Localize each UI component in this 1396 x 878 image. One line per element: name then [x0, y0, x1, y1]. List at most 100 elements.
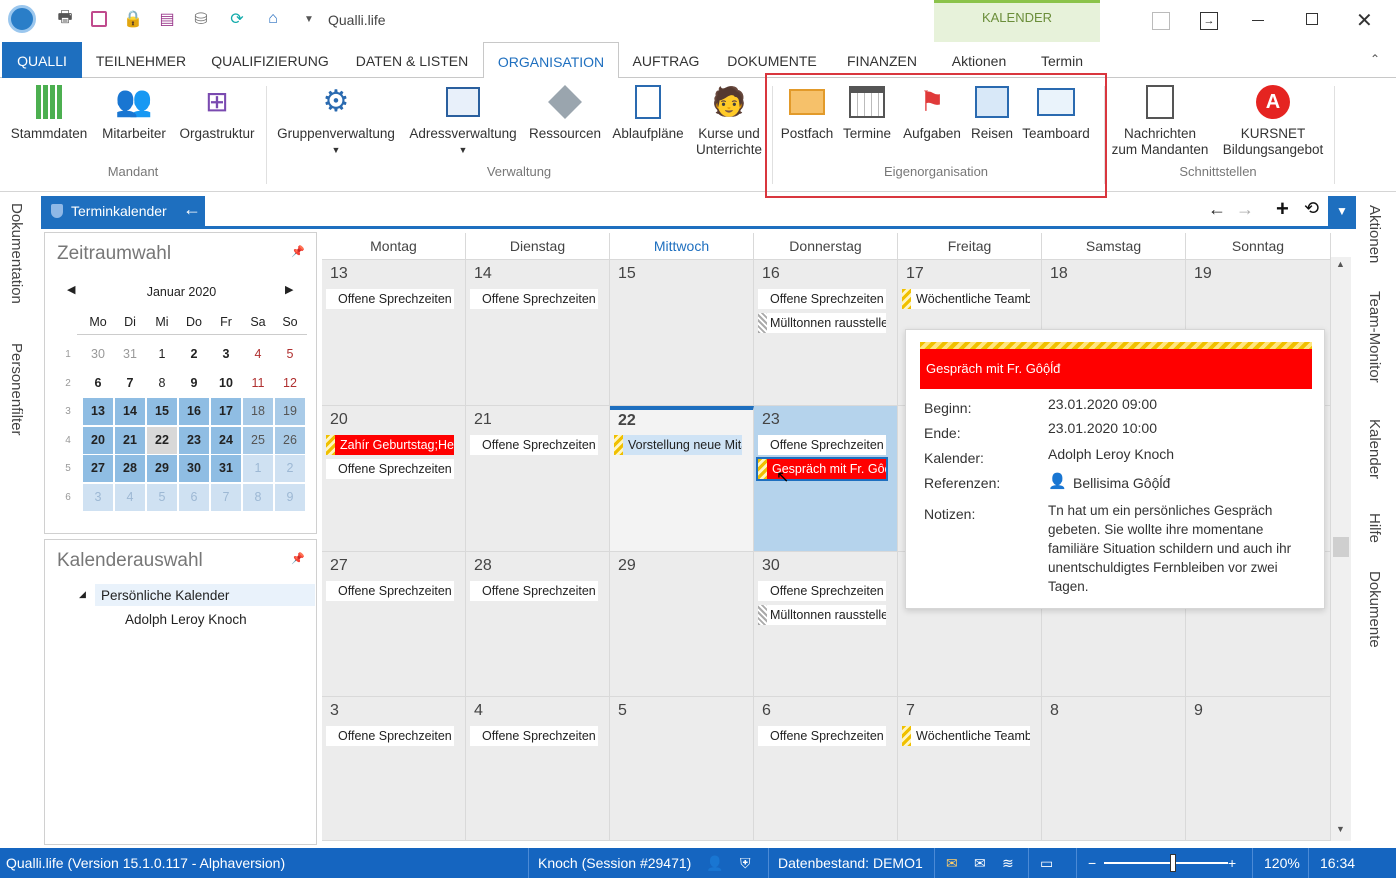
- calendar-event[interactable]: Vorstellung neue Mitarbeiter: [614, 435, 742, 455]
- refresh-icon[interactable]: ⟳: [226, 8, 248, 30]
- mini-day[interactable]: 3: [83, 483, 113, 511]
- calendar-event[interactable]: Offene Sprechzeiten: [326, 726, 454, 746]
- stammdaten-button[interactable]: Stammdaten: [6, 78, 92, 162]
- vertical-scrollbar[interactable]: ▲ ▼: [1331, 257, 1351, 841]
- document-tab[interactable]: Terminkalender ←: [41, 196, 205, 226]
- mitarbeiter-button[interactable]: 👥 Mitarbeiter: [94, 78, 174, 162]
- calendar-event[interactable]: Offene Sprechzeiten: [758, 726, 886, 746]
- lock-icon[interactable]: 🔒: [122, 8, 144, 30]
- mini-day[interactable]: 21: [115, 426, 145, 454]
- mini-day[interactable]: 10: [211, 370, 241, 397]
- calendar-event[interactable]: Offene Sprechzeiten: [326, 459, 454, 479]
- kursnet-button[interactable]: A KURSNET Bildungsangebot: [1216, 78, 1330, 162]
- tab-qualifizierung[interactable]: QUALIFIZIERUNG: [200, 42, 340, 78]
- day-cell[interactable]: 9: [1186, 697, 1331, 841]
- postfach-button[interactable]: Postfach: [778, 78, 836, 162]
- next-month-icon[interactable]: ▶: [285, 283, 293, 296]
- day-cell[interactable]: 7 Wöchentliche Teambesprechung: [898, 697, 1042, 841]
- mail-icon[interactable]: ✉: [974, 848, 986, 878]
- reload-icon[interactable]: ⟲: [1304, 198, 1319, 219]
- minimize-icon[interactable]: [1252, 20, 1264, 21]
- calendar-event[interactable]: Offene Sprechzeiten: [326, 581, 454, 601]
- mini-day[interactable]: 4: [243, 341, 273, 368]
- export-icon[interactable]: ▤: [156, 8, 178, 30]
- mini-day[interactable]: 30: [83, 341, 113, 368]
- mini-day[interactable]: 1: [147, 341, 177, 368]
- day-cell[interactable]: 21 Offene Sprechzeiten: [466, 406, 610, 552]
- zoom-slider-track[interactable]: [1104, 862, 1228, 864]
- tab-teilnehmer[interactable]: TEILNEHMER: [86, 42, 196, 78]
- nachrichten-button[interactable]: Nachrichten zum Mandanten: [1106, 78, 1214, 162]
- mini-day[interactable]: 15: [147, 398, 177, 425]
- day-cell[interactable]: 29: [610, 552, 754, 697]
- teamboard-button[interactable]: Teamboard: [1018, 78, 1094, 162]
- zoom-in-icon[interactable]: +: [1228, 848, 1236, 878]
- day-cell[interactable]: 27 Offene Sprechzeiten: [322, 552, 466, 697]
- mini-day[interactable]: 19: [275, 398, 305, 425]
- day-cell[interactable]: 22 Vorstellung neue Mitarbeiter: [610, 406, 754, 552]
- sidebar-tab-hilfe[interactable]: Hilfe: [1366, 513, 1383, 543]
- day-cell[interactable]: 16 Offene Sprechzeiten Mülltonnen rausstel…: [754, 260, 898, 406]
- tree-collapse-icon[interactable]: ◢: [79, 589, 86, 600]
- mail-notify-icon[interactable]: ✉: [946, 848, 958, 878]
- layout-icon[interactable]: ▭: [1040, 848, 1053, 878]
- day-cell[interactable]: 20 Zahír Geburtstag;Heute Offene Sprechzei…: [322, 406, 466, 552]
- nav-back-icon[interactable]: ←: [1208, 199, 1226, 220]
- calendar-event[interactable]: Offene Sprechzeiten: [758, 435, 886, 455]
- calendar-event[interactable]: Wöchentliche Teambesprechung: [902, 289, 1030, 309]
- tree-item-label[interactable]: Adolph Leroy Knoch: [125, 612, 247, 627]
- mini-day[interactable]: 1: [243, 455, 273, 482]
- mini-day[interactable]: 5: [275, 341, 305, 368]
- customize-dropdown-icon[interactable]: ▼: [298, 8, 320, 30]
- reisen-button[interactable]: Reisen: [966, 78, 1018, 162]
- mini-day[interactable]: 9: [179, 370, 209, 397]
- sidebar-tab-personenfilter[interactable]: Personenfilter: [8, 343, 25, 436]
- calendar-event[interactable]: Offene Sprechzeiten: [758, 289, 886, 309]
- shield-status-icon[interactable]: ⛨: [740, 848, 751, 878]
- orgastruktur-button[interactable]: ⊞ Orgastruktur: [174, 78, 260, 162]
- day-cell[interactable]: 4 Offene Sprechzeiten: [466, 697, 610, 841]
- pin-icon[interactable]: 📌: [291, 552, 305, 565]
- sidebar-tab-kalender[interactable]: Kalender: [1366, 419, 1383, 479]
- day-cell[interactable]: 14 Offene Sprechzeiten: [466, 260, 610, 406]
- gruppenverwaltung-button[interactable]: ⚙ Gruppenverwaltung ▼: [272, 78, 400, 162]
- mini-day[interactable]: 29: [147, 455, 177, 482]
- print-icon[interactable]: 🖶: [54, 8, 76, 30]
- mini-day[interactable]: 24: [211, 426, 241, 454]
- nav-forward-icon[interactable]: →: [1236, 199, 1254, 220]
- mini-day[interactable]: 2: [179, 341, 209, 368]
- day-cell[interactable]: 6 Offene Sprechzeiten: [754, 697, 898, 841]
- mini-day[interactable]: 13: [83, 398, 113, 425]
- mini-day[interactable]: 6: [83, 370, 113, 397]
- close-icon[interactable]: ✕: [1356, 8, 1373, 33]
- mini-day[interactable]: 11: [243, 370, 273, 397]
- mini-day[interactable]: 17: [211, 398, 241, 425]
- sidebar-tab-team-monitor[interactable]: Team-Monitor: [1366, 291, 1383, 383]
- mini-day[interactable]: 31: [211, 455, 241, 482]
- mini-day[interactable]: 18: [243, 398, 273, 425]
- mini-day[interactable]: 2: [275, 455, 305, 482]
- kurse-button[interactable]: 🧑 Kurse und Unterrichte: [692, 78, 766, 162]
- mini-day[interactable]: 6: [179, 483, 209, 511]
- day-cell[interactable]: 5: [610, 697, 754, 841]
- scroll-thumb[interactable]: [1333, 537, 1349, 557]
- collapse-ribbon-icon[interactable]: ⌃: [1370, 52, 1380, 66]
- tab-auftrag[interactable]: AUFTRAG: [624, 42, 708, 78]
- zoom-out-icon[interactable]: −: [1088, 848, 1096, 878]
- mini-day[interactable]: 20: [83, 426, 113, 454]
- tab-organisation[interactable]: ORGANISATION: [483, 42, 619, 79]
- database-icon[interactable]: ⛁: [190, 8, 212, 30]
- mini-day[interactable]: 27: [83, 455, 113, 482]
- aufgaben-button[interactable]: ⚑ Aufgaben: [898, 78, 966, 162]
- ablaufplaene-button[interactable]: Ablaufpläne: [606, 78, 690, 162]
- mini-day[interactable]: 28: [115, 455, 145, 482]
- day-cell[interactable]: 30 Offene Sprechzeiten Mülltonnen rausstel…: [754, 552, 898, 697]
- mini-day[interactable]: 22: [147, 426, 177, 454]
- view-menu-icon[interactable]: ▼: [1328, 196, 1356, 226]
- tab-qualli[interactable]: QUALLI: [2, 42, 82, 78]
- adressverwaltung-button[interactable]: Adressverwaltung ▼: [404, 78, 522, 162]
- zoom-slider-thumb[interactable]: [1170, 854, 1176, 872]
- calendar-event[interactable]: Zahír Geburtstag;Heute: [326, 435, 454, 455]
- day-cell[interactable]: 15: [610, 260, 754, 406]
- calendar-event[interactable]: Offene Sprechzeiten: [470, 289, 598, 309]
